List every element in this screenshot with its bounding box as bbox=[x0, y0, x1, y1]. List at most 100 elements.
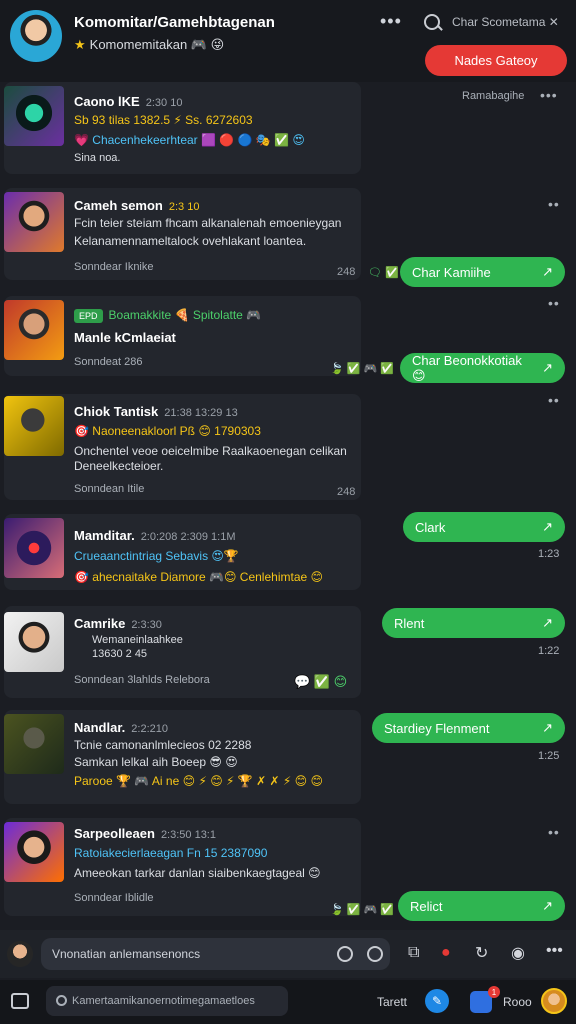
author-name: Cameh semon bbox=[74, 198, 163, 213]
search-icon[interactable] bbox=[424, 14, 440, 30]
badge-text: Boamakkite 🍕 Spitolatte 🎮 bbox=[108, 308, 262, 322]
message-author: Manle kCmlaeiat bbox=[74, 330, 176, 345]
message-line: Wemaneinlaahkee bbox=[92, 634, 183, 646]
author-name: Camrike bbox=[74, 616, 126, 631]
message-line: Sb 93 tilas 1382.5 ⚡ Ss. 6272603 bbox=[74, 113, 253, 127]
reply-button[interactable]: Rlent ↗ bbox=[382, 608, 565, 638]
reaction-icons[interactable]: 🍃 ✅ 🎮 ✅ bbox=[330, 903, 394, 916]
reply-label: Rlent bbox=[394, 615, 425, 631]
reply-button[interactable]: Clark ↗ bbox=[403, 512, 565, 542]
card-more-icon[interactable]: •• bbox=[548, 824, 560, 840]
message-meta: Sonndean 3lahlds Relebora bbox=[74, 674, 210, 686]
message-line: Fcin teier steiam fhcam alkanalenah emoe… bbox=[74, 216, 342, 230]
hacker-avatar[interactable] bbox=[4, 86, 64, 146]
message-time: 2:2:210 bbox=[131, 723, 168, 735]
subtitle-text: Komomemitakan 🎮 😜 bbox=[89, 37, 225, 52]
reaction-icons[interactable]: 🗨 ✅ bbox=[368, 266, 399, 279]
reaction-icons[interactable]: 🍃 ✅ 🎮 ✅ bbox=[330, 362, 394, 375]
robot-avatar[interactable] bbox=[4, 518, 64, 578]
channel-avatar[interactable] bbox=[10, 10, 62, 62]
author-name: Mamditar. bbox=[74, 528, 135, 543]
message-line: 🎯 Naoneenakloorl Pß 😊 1790303 bbox=[74, 424, 261, 438]
attach-icon[interactable]: ⧉ bbox=[408, 944, 419, 962]
bottom-search-input[interactable]: Kamertaamikanoernotimegamaetloes bbox=[46, 986, 288, 1016]
message-author: Chiok Tantisk 21:38 13:29 13 bbox=[74, 404, 238, 419]
reaction-icons[interactable]: 💬 ✅ 😊 bbox=[294, 674, 347, 690]
arrow-icon: ↗ bbox=[542, 615, 553, 630]
reply-button[interactable]: Char Beonokkotiak 😊 ↗ bbox=[400, 353, 565, 383]
soldier-avatar[interactable] bbox=[4, 714, 64, 774]
message-author: Sarpeolleaen 2:3:50 13:1 bbox=[74, 826, 216, 841]
notification-badge: 1 bbox=[488, 986, 500, 998]
reply-button[interactable]: Char Kamiihe ↗ bbox=[400, 257, 565, 287]
reply-label: Clark bbox=[415, 519, 446, 535]
message-meta: Sonndeat 286 bbox=[74, 356, 143, 368]
message-line: Parooe 🏆 🎮 Ai ne 😊 ⚡ 😊 ⚡ 🏆 ✗ ✗ ⚡ 😊 😊 bbox=[74, 774, 323, 788]
share-icon[interactable]: ↻ bbox=[475, 943, 488, 963]
reply-label: Char Beonokkotiak 😊 bbox=[412, 352, 522, 383]
record-icon[interactable]: ● bbox=[441, 944, 451, 962]
profile-avatar[interactable] bbox=[541, 988, 567, 1014]
reaction-count: 248 bbox=[337, 486, 356, 498]
author-name: Nandlar. bbox=[74, 720, 126, 735]
tab-label[interactable]: Tarett bbox=[377, 995, 407, 1009]
right-panel-label: Ramabagihe bbox=[462, 90, 525, 102]
reply-label: Stardiey Flenment bbox=[384, 720, 490, 736]
message-time: 2:3:50 13:1 bbox=[160, 829, 216, 841]
message-meta: Sonndean Itile bbox=[74, 483, 145, 495]
profile-label[interactable]: Rooo bbox=[503, 995, 532, 1009]
star-icon: ★ bbox=[74, 37, 86, 52]
message-line: Samkan lelkal aih Boeep 😎 😍 bbox=[74, 755, 238, 769]
message-author: Mamditar. 2:0:208 2:309 1:1M bbox=[74, 528, 235, 543]
user-avatar[interactable] bbox=[4, 612, 64, 672]
author-name: Caono lKE bbox=[74, 94, 140, 109]
message-line: Crueaanctintriag Sebavis 😍🏆 bbox=[74, 549, 239, 563]
author-name: Chiok Tantisk bbox=[74, 404, 159, 419]
message-line: 🎯 ahecnaitake Diamore 🎮😊 Cenlehimtae 😊 bbox=[74, 570, 324, 584]
gamepad-icon[interactable]: ◉ bbox=[511, 943, 525, 963]
channel-subtitle: ★ Komomemitakan 🎮 😜 bbox=[74, 37, 224, 53]
message-time: 2:3 10 bbox=[168, 201, 200, 213]
category-tag: EPD bbox=[74, 309, 103, 323]
gamer-avatar[interactable] bbox=[4, 192, 64, 252]
reply-button[interactable]: Relict ↗ bbox=[398, 891, 565, 921]
message-line: Deneelkecteioer. bbox=[74, 459, 164, 473]
card-more-icon[interactable]: •• bbox=[548, 196, 560, 212]
message-line: Ratoiakecierlaeagan Fn 15 2387090 bbox=[74, 846, 268, 860]
message-author: Camrike 2:3:30 bbox=[74, 616, 162, 631]
home-icon[interactable] bbox=[11, 993, 29, 1009]
compose-icon[interactable]: ✎ bbox=[425, 989, 449, 1013]
message-time: 2:0:208 2:309 1:1M bbox=[140, 531, 236, 543]
soldier-avatar[interactable] bbox=[4, 396, 64, 456]
panel-more-icon[interactable]: ••• bbox=[540, 87, 558, 103]
message-line: Sina noa. bbox=[74, 152, 121, 164]
reply-time: 1:23 bbox=[538, 548, 560, 560]
message-line: 💗 Chacenhekeerhtear 🟪 🔴 🔵 🎭 ✅ 😍 bbox=[74, 133, 305, 147]
info-icon[interactable] bbox=[367, 946, 383, 962]
arrow-icon: ↗ bbox=[542, 264, 553, 279]
card-more-icon[interactable]: •• bbox=[548, 392, 560, 408]
card-more-icon[interactable]: •• bbox=[548, 295, 560, 311]
reaction-count: 248 bbox=[337, 266, 356, 278]
arrow-icon: ↗ bbox=[542, 519, 553, 534]
reply-time: 1:22 bbox=[538, 645, 560, 657]
channel-title: Komomitar/Gamehbtagenan bbox=[74, 14, 275, 31]
reply-button[interactable]: Stardiey Flenment ↗ bbox=[372, 713, 565, 743]
gamer-avatar[interactable] bbox=[4, 300, 64, 360]
message-meta: Sonndear Iknike bbox=[74, 261, 154, 273]
message-line: 13630 2 45 bbox=[92, 648, 148, 660]
message-author: Caono lKE 2:30 10 bbox=[74, 94, 182, 109]
reply-label: Char Kamiihe bbox=[412, 264, 491, 280]
primary-action-button[interactable]: Nades Gateoy bbox=[425, 45, 567, 76]
badge-line: EPD Boamakkite 🍕 Spitolatte 🎮 bbox=[74, 308, 261, 323]
streamer-avatar[interactable] bbox=[4, 822, 64, 882]
search-icon bbox=[56, 995, 67, 1006]
arrow-icon: ↗ bbox=[542, 360, 553, 375]
more-icon[interactable]: ••• bbox=[546, 942, 563, 960]
my-avatar[interactable] bbox=[7, 941, 33, 967]
clock-icon[interactable] bbox=[337, 946, 353, 962]
arrow-icon: ↗ bbox=[542, 898, 553, 913]
search-label[interactable]: Char Scometama ✕ bbox=[452, 15, 559, 29]
message-time: 21:38 13:29 13 bbox=[164, 407, 238, 419]
more-options-icon[interactable]: ••• bbox=[380, 11, 402, 32]
